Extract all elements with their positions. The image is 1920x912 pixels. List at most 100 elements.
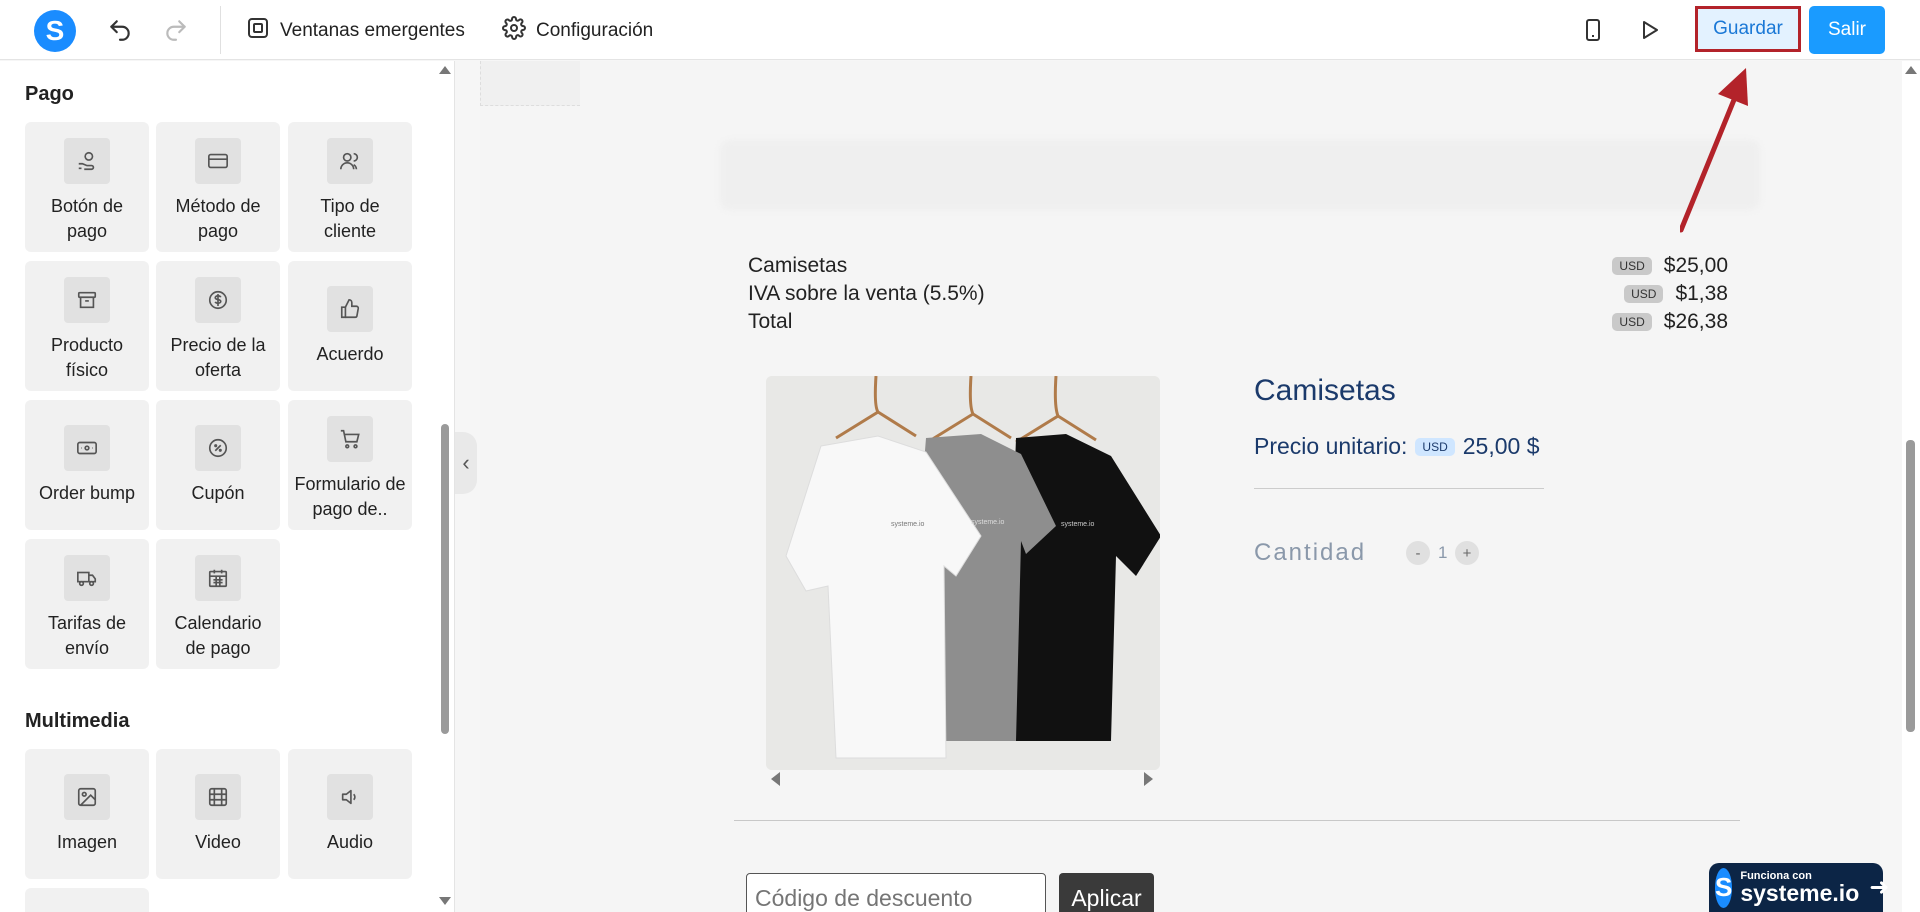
canvas-scroll-up-icon[interactable] xyxy=(1905,66,1917,74)
summary-row-total: Total USD $26,38 xyxy=(748,310,1728,338)
currency-badge: USD xyxy=(1624,285,1664,303)
play-preview-icon[interactable] xyxy=(1633,14,1665,46)
exit-button[interactable]: Salir xyxy=(1809,6,1885,54)
shirt-print-gray: systeme.io xyxy=(971,519,1005,526)
canvas-scroll-thumb[interactable] xyxy=(1906,440,1915,732)
annotation-arrow-icon xyxy=(1680,68,1748,233)
element-physical-product[interactable]: Producto físico xyxy=(25,261,149,391)
currency-badge: USD xyxy=(1415,437,1455,456)
element-payment-form[interactable]: Formulario de pago de.. xyxy=(288,400,412,530)
faded-element xyxy=(480,61,580,106)
settings-menu[interactable]: Configuración xyxy=(502,16,653,46)
apply-discount-button[interactable]: Aplicar xyxy=(1059,873,1154,912)
element-order-bump[interactable]: Order bump xyxy=(25,400,149,530)
element-payment-calendar[interactable]: Calendario de pago xyxy=(156,539,280,669)
shirt-print-black: systeme.io xyxy=(1061,521,1095,528)
tile-label: Video xyxy=(195,832,241,852)
element-video[interactable]: Video xyxy=(156,749,280,879)
powered-by-badge[interactable]: S Funciona con systeme.io ➜ xyxy=(1709,863,1889,912)
elements-sidebar: Pago Botón de pago Método de pago Tipo d… xyxy=(0,61,455,912)
summary-label: Camisetas xyxy=(748,254,848,277)
chevron-left-icon: ‹ xyxy=(462,450,470,475)
quantity-label: Cantidad xyxy=(1254,539,1367,566)
currency-badge: USD xyxy=(1612,313,1652,331)
summary-row-tax: IVA sobre la venta (5.5%) USD $1,38 xyxy=(748,282,1728,310)
element-payment-button[interactable]: Botón de pago xyxy=(25,122,149,252)
cart-icon xyxy=(327,416,373,462)
payment-section-title: Pago xyxy=(25,83,74,105)
discount-code-input[interactable] xyxy=(746,873,1046,912)
tile-label: Imagen xyxy=(56,832,118,852)
dollar-circle-icon xyxy=(195,277,241,323)
archive-box-icon xyxy=(64,277,110,323)
credit-card-icon xyxy=(195,138,241,184)
summary-amount: $26,38 xyxy=(1663,310,1728,333)
unit-price-value: 25,00 $ xyxy=(1462,433,1540,459)
quantity-decrease-button[interactable]: - xyxy=(1406,541,1430,565)
product-image: systeme.io systeme.io systeme.io xyxy=(766,376,1160,770)
top-toolbar: S Ventanas emergentes Configuración Guar… xyxy=(0,0,1920,60)
unit-price-label: Precio unitario: xyxy=(1254,433,1408,459)
tile-label: Acuerdo xyxy=(316,344,384,364)
element-coupon[interactable]: Cupón xyxy=(156,400,280,530)
element-shipping-rates[interactable]: Tarifas de envío xyxy=(25,539,149,669)
popups-menu[interactable]: Ventanas emergentes xyxy=(246,16,465,46)
redo-icon[interactable] xyxy=(160,14,192,46)
element-image[interactable]: Imagen xyxy=(25,749,149,879)
speaker-icon xyxy=(327,774,373,820)
film-icon xyxy=(195,774,241,820)
element-partial-tile[interactable] xyxy=(25,888,149,912)
element-offer-price[interactable]: Precio de la oferta xyxy=(156,261,280,391)
quantity-increase-button[interactable]: + xyxy=(1455,541,1479,565)
sidebar-scroll-thumb[interactable] xyxy=(441,424,449,734)
section-divider xyxy=(734,820,1740,821)
settings-label: Configuración xyxy=(536,20,654,41)
carousel-next-icon[interactable] xyxy=(1144,772,1153,786)
tile-label: Botón de pago xyxy=(50,196,124,241)
unit-price: Precio unitario: USD 25,00 $ xyxy=(1254,433,1540,460)
scroll-up-arrow-icon[interactable] xyxy=(439,66,451,74)
tile-label: Producto físico xyxy=(50,335,124,380)
popup-window-icon xyxy=(246,16,270,46)
element-audio[interactable]: Audio xyxy=(288,749,412,879)
truck-icon xyxy=(64,555,110,601)
discount-icon xyxy=(195,425,241,471)
summary-amount: $1,38 xyxy=(1675,282,1728,305)
image-icon xyxy=(64,774,110,820)
quantity-value: 1 xyxy=(1438,543,1448,562)
product-divider xyxy=(1254,488,1544,489)
media-section-title: Multimedia xyxy=(25,710,130,732)
currency-badge: USD xyxy=(1612,257,1652,275)
collapse-sidebar-handle[interactable]: ‹ xyxy=(455,432,477,494)
ticket-icon xyxy=(64,425,110,471)
tile-label: Cupón xyxy=(191,483,245,503)
systeme-badge-logo: S xyxy=(1715,867,1733,908)
gear-icon xyxy=(502,16,526,46)
summary-row-product: Camisetas USD $25,00 xyxy=(748,254,1728,282)
summary-amount: $25,00 xyxy=(1663,254,1728,277)
element-agreement[interactable]: Acuerdo xyxy=(288,261,412,391)
save-button[interactable]: Guardar xyxy=(1695,6,1801,52)
tile-label: Audio xyxy=(326,832,374,852)
shirt-print-white: systeme.io xyxy=(891,521,925,528)
tile-label: Tarifas de envío xyxy=(47,613,127,658)
summary-label: Total xyxy=(748,310,793,333)
undo-icon[interactable] xyxy=(104,14,136,46)
scroll-down-arrow-icon[interactable] xyxy=(439,897,451,905)
tile-label: Método de pago xyxy=(175,196,261,241)
powered-by-brand: systeme.io xyxy=(1740,879,1860,906)
summary-label: IVA sobre la venta (5.5%) xyxy=(748,282,985,305)
toolbar-divider xyxy=(220,6,221,54)
tshirts-illustration: systeme.io systeme.io systeme.io xyxy=(766,376,1160,770)
carousel-prev-icon[interactable] xyxy=(771,772,780,786)
element-payment-method[interactable]: Método de pago xyxy=(156,122,280,252)
thumbs-up-icon xyxy=(327,286,373,332)
faded-header-bar xyxy=(720,140,1760,210)
systeme-logo[interactable]: S xyxy=(34,10,76,52)
tile-label: Order bump xyxy=(38,483,136,503)
tile-label: Precio de la oferta xyxy=(170,335,266,380)
calendar-icon xyxy=(195,555,241,601)
mobile-preview-icon[interactable] xyxy=(1577,14,1609,46)
tile-label: Calendario de pago xyxy=(174,613,262,658)
element-customer-type[interactable]: Tipo de cliente xyxy=(288,122,412,252)
